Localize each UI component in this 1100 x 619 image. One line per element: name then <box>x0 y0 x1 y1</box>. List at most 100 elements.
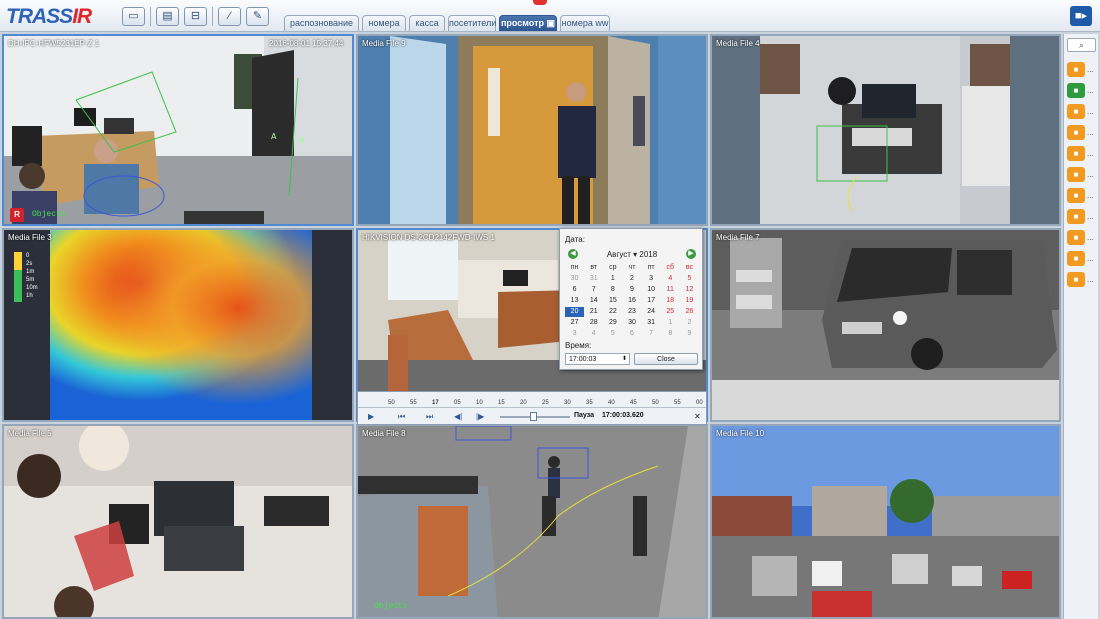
calendar-day[interactable]: 29 <box>603 318 622 328</box>
calendar-day[interactable]: 22 <box>603 307 622 317</box>
drop-marker[interactable] <box>533 0 547 5</box>
calendar-day[interactable]: 30 <box>622 318 641 328</box>
next-month-button[interactable]: ▶ <box>686 249 696 259</box>
camera-cell-8[interactable]: Media File 8 Objects <box>356 424 708 619</box>
camera-list-item-icon[interactable]: ■ <box>1067 83 1085 98</box>
camera-list-item-icon[interactable]: ■ <box>1067 209 1085 224</box>
calendar-day[interactable]: 14 <box>584 296 603 306</box>
calendar-day[interactable]: 11 <box>661 285 680 295</box>
magic-wand-icon[interactable]: ⁄ <box>218 7 241 26</box>
camera-cell-3[interactable]: Media File 4 <box>710 34 1061 226</box>
camera-list-item-icon[interactable]: ■ <box>1067 272 1085 287</box>
record-badge[interactable]: R <box>10 208 24 222</box>
camera-list-item-menu[interactable]: ... <box>1087 170 1094 179</box>
time-input[interactable]: 17:00:03 ⬍ <box>565 353 630 365</box>
camera-list-item-icon[interactable]: ■ <box>1067 104 1085 119</box>
calendar-day[interactable]: 31 <box>642 318 661 328</box>
calendar-day[interactable]: 9 <box>622 285 641 295</box>
calendar-day[interactable]: 19 <box>680 296 699 306</box>
camera-list-item-menu[interactable]: ... <box>1087 86 1094 95</box>
calendar-day[interactable]: 4 <box>661 274 680 284</box>
calendar-day[interactable]: 7 <box>584 285 603 295</box>
calendar-day[interactable]: 9 <box>680 329 699 339</box>
camera-list-item-menu[interactable]: ... <box>1087 191 1094 200</box>
step-forward-icon[interactable]: |▶ <box>476 412 484 421</box>
calendar-day[interactable]: 26 <box>680 307 699 317</box>
tab-view[interactable]: просмотр ▣ <box>499 15 557 31</box>
timeline-ruler[interactable]: 50 55 17 05 10 15 20 25 30 35 40 45 50 55 00 <box>358 392 706 408</box>
calendar-day[interactable]: 17 <box>642 296 661 306</box>
calendar-day[interactable]: 2 <box>622 274 641 284</box>
calendar-day[interactable]: 4 <box>584 329 603 339</box>
calendar-day[interactable]: 20 <box>565 307 585 317</box>
camera-list-item-icon[interactable]: ■ <box>1067 146 1085 161</box>
camera-list-item-icon[interactable]: ■ <box>1067 230 1085 245</box>
calendar-day[interactable]: 12 <box>680 285 699 295</box>
calendar-day[interactable]: 8 <box>603 285 622 295</box>
calendar-day[interactable]: 3 <box>565 329 584 339</box>
calendar-day[interactable]: 2 <box>680 318 699 328</box>
calendar-day[interactable]: 13 <box>565 296 584 306</box>
close-icon[interactable]: ✕ <box>694 412 701 421</box>
camera-list-item-menu[interactable]: ... <box>1087 65 1094 74</box>
camera-list-item-icon[interactable]: ■ <box>1067 62 1085 77</box>
calendar-day[interactable]: 6 <box>565 285 584 295</box>
camera-cell-2[interactable]: Media File 9 <box>356 34 708 226</box>
calendar-day[interactable]: 21 <box>584 307 603 317</box>
camera-list-item-menu[interactable]: ... <box>1087 128 1094 137</box>
camera-list-item-menu[interactable]: ... <box>1087 233 1094 242</box>
month-year-selector[interactable]: Август ▾ 2018 <box>560 250 704 259</box>
tab-visitors[interactable]: посетители <box>448 15 496 31</box>
chat-icon[interactable]: ▤ <box>156 7 179 26</box>
search-icon[interactable]: ⌕ <box>1067 38 1096 52</box>
camera-list-item-icon[interactable]: ■ <box>1067 167 1085 182</box>
calendar-day[interactable]: 3 <box>642 274 661 284</box>
calendar-day[interactable]: 28 <box>584 318 603 328</box>
camera-cell-4[interactable]: Media File 3 0 2s 1m 5m 10m 1h <box>2 228 354 422</box>
camera-cell-7[interactable]: Media File 5 <box>2 424 354 619</box>
calendar-day[interactable]: 23 <box>622 307 641 317</box>
layout-icon[interactable]: ⊟ <box>184 7 207 26</box>
calendar-day[interactable]: 10 <box>642 285 661 295</box>
tab-cash-register[interactable]: касса <box>409 15 445 31</box>
play-icon[interactable]: ▶ <box>368 412 374 421</box>
calendar-day[interactable]: 5 <box>603 329 622 339</box>
camera-cell-1[interactable]: A B DH-IPC-HFW5231EP-Z 1 2016-08-01 15:3… <box>2 34 354 226</box>
calendar-day[interactable]: 5 <box>680 274 699 284</box>
calendar-day[interactable]: 1 <box>603 274 622 284</box>
calendar-day[interactable]: 6 <box>622 329 641 339</box>
camera-cell-6[interactable]: Media File 7 <box>710 228 1061 422</box>
camera-icon[interactable]: ■▸ <box>1070 6 1092 26</box>
tab-plates-ww[interactable]: номера ww <box>560 15 610 31</box>
edit-icon[interactable]: ✎ <box>246 7 269 26</box>
tab-face-recognition[interactable]: распознование лиц <box>284 15 359 42</box>
calendar-day[interactable]: 1 <box>661 318 680 328</box>
calendar-day[interactable]: 7 <box>642 329 661 339</box>
calendar-day[interactable]: 18 <box>661 296 680 306</box>
camera-list-item-menu[interactable]: ... <box>1087 149 1094 158</box>
camera-list-item-menu[interactable]: ... <box>1087 275 1094 284</box>
step-back-icon[interactable]: ◀| <box>454 412 462 421</box>
spinner-icon[interactable]: ⬍ <box>622 354 627 365</box>
fast-forward-icon[interactable]: ⏭ <box>426 412 433 422</box>
rewind-icon[interactable]: ⏮ <box>398 412 405 422</box>
calendar-day[interactable]: 15 <box>603 296 622 306</box>
calendar-day[interactable]: 27 <box>565 318 584 328</box>
calendar-day[interactable]: 25 <box>661 307 680 317</box>
tab-plates[interactable]: номера <box>362 15 406 31</box>
calendar-day[interactable]: 31 <box>584 274 603 284</box>
calendar-day[interactable]: 8 <box>661 329 680 339</box>
speed-slider-handle[interactable] <box>530 412 537 421</box>
camera-list-item-icon[interactable]: ■ <box>1067 188 1085 203</box>
camera-cell-9[interactable]: Media File 10 <box>710 424 1061 619</box>
camera-list-item-icon[interactable]: ■ <box>1067 125 1085 140</box>
calendar-day[interactable]: 30 <box>565 274 584 284</box>
calendar-day[interactable]: 16 <box>622 296 641 306</box>
calendar-day[interactable]: 24 <box>642 307 661 317</box>
camera-list-item-menu[interactable]: ... <box>1087 107 1094 116</box>
camera-list-item-menu[interactable]: ... <box>1087 212 1094 221</box>
cassette-icon[interactable]: ▭ <box>122 7 145 26</box>
camera-list-item-menu[interactable]: ... <box>1087 254 1094 263</box>
close-button[interactable]: Close <box>634 353 698 365</box>
camera-list-item-icon[interactable]: ■ <box>1067 251 1085 266</box>
